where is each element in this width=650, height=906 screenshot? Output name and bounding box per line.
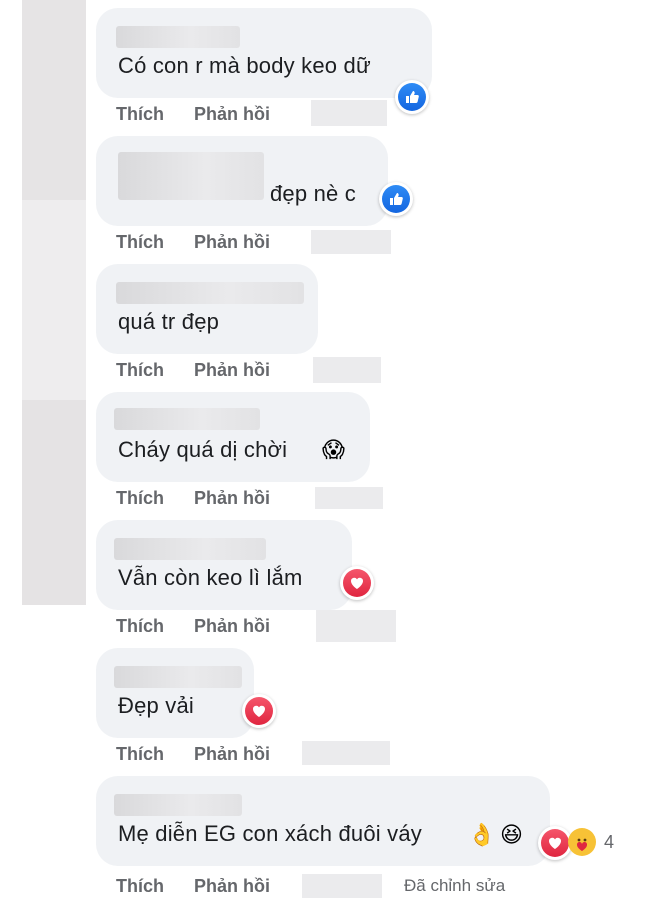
comment-item: Mẹ diễn EG con xách đuôi váy 👌 😆 [96,776,550,866]
like-link[interactable]: Thích [116,104,164,125]
comment-item: Cháy quá dị chời 😱 [96,392,370,482]
care-icon [568,828,596,856]
blurred-avatar-column [22,0,86,906]
timestamp-redacted [302,874,382,898]
commenter-name-redacted [114,794,242,816]
comment-bubble: Mẹ diễn EG con xách đuôi váy 👌 😆 [96,776,550,866]
like-icon [398,83,426,111]
laughing-emoji-icon: 😆 [500,822,523,847]
reply-link[interactable]: Phản hồi [194,104,270,125]
comment-actions: Thích Phản hồi [116,874,270,898]
comment-actions: Thích Phản hồi [116,230,270,254]
ok-hand-emoji-icon: 👌 [468,822,496,847]
comment-text: Đẹp vải [118,693,194,718]
comment-text: Cháy quá dị chời [118,437,288,462]
comment-bubble: Vẫn còn keo lì lắm [96,520,352,610]
comment-bubble: đẹp nè c [96,136,388,226]
commenter-name-redacted [116,26,240,48]
reply-link[interactable]: Phản hồi [194,232,270,253]
comment-text: Có con r mà body keo dữ [118,53,371,78]
comment-item: đẹp nè c [96,136,388,226]
love-icon [245,697,273,725]
comment-bubble: quá tr đẹp [96,264,318,354]
comment-text: đẹp nè c [270,181,357,206]
reply-link[interactable]: Phản hồi [194,360,270,381]
comment-text: Mẹ diễn EG con xách đuôi váy [118,821,422,846]
timestamp-redacted [316,610,396,642]
commenter-name-redacted [114,408,260,430]
like-reaction[interactable] [379,182,413,216]
blurred-region [22,0,86,200]
like-link[interactable]: Thích [116,744,164,765]
reply-link[interactable]: Phản hồi [194,876,270,897]
reaction-count[interactable]: 4 [604,832,614,853]
commenter-name-redacted [116,282,304,304]
like-reaction[interactable] [395,80,429,114]
blurred-region [22,400,86,605]
comment-actions: Thích Phản hồi [116,614,270,638]
like-link[interactable]: Thích [116,488,164,509]
love-reaction[interactable] [242,694,276,728]
comment-text: Vẫn còn keo lì lắm [118,565,303,590]
blurred-region [22,200,86,400]
timestamp-redacted [311,230,391,254]
like-icon [382,185,410,213]
comment-item: Vẫn còn keo lì lắm [96,520,352,610]
comment-text: quá tr đẹp [118,309,220,334]
commenter-name-redacted [114,666,242,688]
timestamp-redacted [311,100,387,126]
care-reaction[interactable] [566,826,598,858]
comment-actions: Thích Phản hồi [116,486,270,510]
comment-item: quá tr đẹp [96,264,318,354]
timestamp-redacted [315,487,383,509]
reply-link[interactable]: Phản hồi [194,744,270,765]
like-link[interactable]: Thích [116,360,164,381]
like-link[interactable]: Thích [116,616,164,637]
comment-item: Đẹp vải [96,648,254,738]
love-reaction[interactable] [340,566,374,600]
love-icon [541,829,569,857]
commenter-name-redacted [114,538,266,560]
like-link[interactable]: Thích [116,232,164,253]
love-icon [343,569,371,597]
scream-emoji-icon: 😱 [322,437,345,462]
comment-bubble: Cháy quá dị chời 😱 [96,392,370,482]
reply-link[interactable]: Phản hồi [194,488,270,509]
timestamp-redacted [313,357,381,383]
comment-thread: Có con r mà body keo dữ Thích Phản hồi đ… [0,0,650,906]
comment-item: Có con r mà body keo dữ [96,8,432,98]
commenter-name-redacted [118,152,264,200]
comment-actions: Thích Phản hồi [116,358,270,382]
comment-bubble: Đẹp vải [96,648,254,738]
edited-label[interactable]: Đã chỉnh sửa [404,876,505,896]
like-link[interactable]: Thích [116,876,164,897]
comment-actions: Thích Phản hồi [116,102,270,126]
reply-link[interactable]: Phản hồi [194,616,270,637]
comment-actions: Thích Phản hồi [116,742,270,766]
comment-bubble: Có con r mà body keo dữ [96,8,432,98]
timestamp-redacted [302,741,390,765]
